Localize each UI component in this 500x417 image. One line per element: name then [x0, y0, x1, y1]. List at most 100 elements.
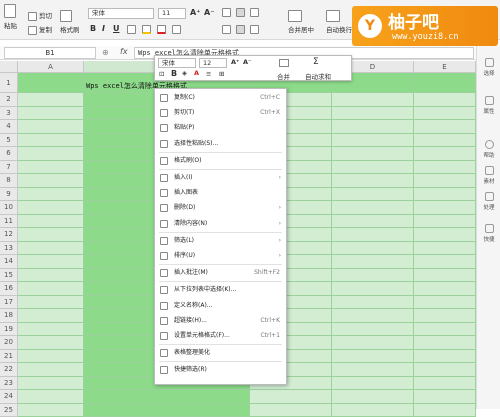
column-header-a[interactable]: A	[18, 61, 84, 73]
cell-d20[interactable]	[332, 336, 414, 350]
cell-d7[interactable]	[332, 161, 414, 175]
mini-font-name[interactable]: 宋体	[158, 58, 196, 68]
font-name-select[interactable]: 宋体	[88, 8, 154, 19]
row-header[interactable]: 1	[0, 73, 18, 93]
cell-d4[interactable]	[332, 120, 414, 134]
cell-e7[interactable]	[414, 161, 476, 175]
align-bottom-icon[interactable]	[250, 8, 259, 17]
cell-d13[interactable]	[332, 242, 414, 256]
cell-a1[interactable]	[18, 73, 84, 93]
cell-e2[interactable]	[414, 93, 476, 107]
row-header[interactable]: 18	[0, 309, 18, 323]
row-header[interactable]: 25	[0, 404, 18, 417]
align-top-icon[interactable]	[222, 8, 231, 17]
row-header[interactable]: 7	[0, 161, 18, 175]
row-header[interactable]: 23	[0, 377, 18, 391]
cell-a19[interactable]	[18, 323, 84, 337]
menu-item[interactable]: 表格整理美化	[155, 347, 286, 359]
fill-color-icon[interactable]	[142, 25, 151, 34]
mini-align-icon[interactable]: ≡	[206, 70, 211, 78]
menu-item[interactable]: 定义名称(A)...	[155, 300, 286, 312]
cut-button[interactable]: 剪切	[28, 10, 52, 21]
cell-e1[interactable]	[414, 73, 476, 93]
row-header[interactable]: 14	[0, 255, 18, 269]
cell-d15[interactable]	[332, 269, 414, 283]
font-size-select[interactable]: 11	[158, 8, 186, 19]
row-header[interactable]: 12	[0, 228, 18, 242]
cell-a24[interactable]	[18, 390, 84, 404]
mini-border-icon[interactable]: ⊞	[219, 70, 224, 78]
cell-d17[interactable]	[332, 296, 414, 310]
cell-e23[interactable]	[414, 377, 476, 391]
sigma-icon[interactable]: Σ	[313, 57, 319, 67]
cell-a13[interactable]	[18, 242, 84, 256]
cell-e8[interactable]	[414, 174, 476, 188]
cell-e14[interactable]	[414, 255, 476, 269]
italic-button[interactable]: I	[102, 24, 105, 33]
row-header[interactable]: 8	[0, 174, 18, 188]
cell-d19[interactable]	[332, 323, 414, 337]
row-header[interactable]: 19	[0, 323, 18, 337]
cell-d6[interactable]	[332, 147, 414, 161]
menu-item[interactable]: 超链接(H)...Ctrl+K	[155, 315, 286, 327]
cell-d18[interactable]	[332, 309, 414, 323]
cell-d12[interactable]	[332, 228, 414, 242]
cell-a6[interactable]	[18, 147, 84, 161]
cell-a23[interactable]	[18, 377, 84, 391]
mini-grow-font[interactable]: A⁺	[231, 58, 239, 66]
panel-help[interactable]: 帮助	[477, 140, 500, 159]
cell-e21[interactable]	[414, 350, 476, 364]
cell-e6[interactable]	[414, 147, 476, 161]
row-header[interactable]: 15	[0, 269, 18, 283]
cell-d14[interactable]	[332, 255, 414, 269]
zoom-icon[interactable]: ⊕	[102, 48, 109, 57]
row-header[interactable]: 9	[0, 188, 18, 202]
align-right-icon[interactable]	[250, 25, 259, 34]
cell-d10[interactable]	[332, 201, 414, 215]
cell-e19[interactable]	[414, 323, 476, 337]
cell-a18[interactable]	[18, 309, 84, 323]
cell-e13[interactable]	[414, 242, 476, 256]
grow-font-button[interactable]: A⁺	[190, 8, 200, 17]
menu-item[interactable]: 从下拉列表中选择(K)...	[155, 284, 286, 296]
cell-d11[interactable]	[332, 215, 414, 229]
row-header[interactable]: 11	[0, 215, 18, 229]
cell-e15[interactable]	[414, 269, 476, 283]
row-header[interactable]: 17	[0, 296, 18, 310]
row-header[interactable]: 3	[0, 107, 18, 121]
row-header[interactable]: 5	[0, 134, 18, 148]
mini-bold-button[interactable]: B	[171, 69, 177, 78]
cell-a8[interactable]	[18, 174, 84, 188]
cell-a5[interactable]	[18, 134, 84, 148]
cell-a12[interactable]	[18, 228, 84, 242]
cell-e24[interactable]	[414, 390, 476, 404]
cell-a25[interactable]	[18, 404, 84, 417]
cell-d3[interactable]	[332, 107, 414, 121]
panel-properties[interactable]: 属性	[477, 96, 500, 115]
cell-d25[interactable]	[332, 404, 414, 417]
mini-shrink-font[interactable]: A⁻	[243, 58, 251, 66]
menu-item[interactable]: 粘贴(P)	[155, 122, 286, 134]
cell-c24[interactable]	[250, 390, 332, 404]
panel-quick[interactable]: 快捷	[477, 224, 500, 243]
align-left-icon[interactable]	[222, 25, 231, 34]
mini-font-size[interactable]: 12	[199, 58, 227, 68]
row-header[interactable]: 22	[0, 363, 18, 377]
cell-d22[interactable]	[332, 363, 414, 377]
menu-item[interactable]: 插入批注(M)Shift+F2	[155, 267, 286, 279]
cell-e10[interactable]	[414, 201, 476, 215]
column-header-e[interactable]: E	[414, 61, 476, 73]
cell-a21[interactable]	[18, 350, 84, 364]
menu-item[interactable]: 设置单元格格式(F)...Ctrl+1	[155, 330, 286, 342]
mini-merge-button[interactable]: 合并	[277, 71, 290, 81]
cell-e11[interactable]	[414, 215, 476, 229]
row-header[interactable]: 10	[0, 201, 18, 215]
panel-material[interactable]: 素材	[477, 166, 500, 185]
menu-item[interactable]: 删除(D)›	[155, 202, 286, 214]
border-icon[interactable]	[127, 25, 136, 34]
cell-a2[interactable]	[18, 93, 84, 107]
row-header[interactable]: 21	[0, 350, 18, 364]
format-painter-button[interactable]: 格式刷	[60, 10, 80, 34]
cell-a4[interactable]	[18, 120, 84, 134]
shrink-font-button[interactable]: A⁻	[204, 8, 214, 17]
